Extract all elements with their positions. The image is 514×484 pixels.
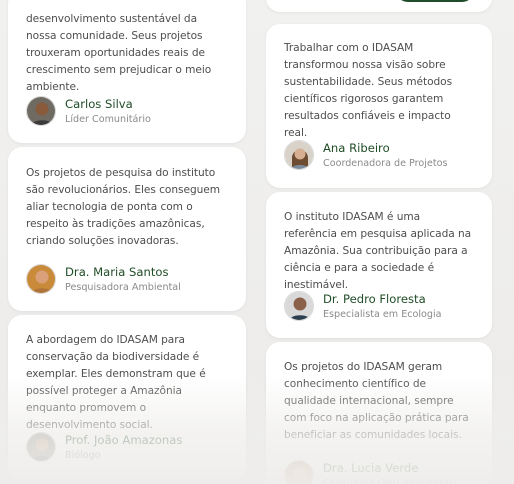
testimonial-card: Trabalhar com o IDASAM transformou nossa… xyxy=(266,24,492,188)
testimonial-quote: Trabalhar com o IDASAM transformou nossa… xyxy=(284,42,453,139)
author-name: Dra. Maria Santos xyxy=(65,265,169,279)
testimonial-card: O instituto IDASAM é uma referência em p… xyxy=(266,192,492,338)
author-role: Especialista em Ecologia xyxy=(323,309,442,320)
testimonial-card: desenvolvimento sustentável da nossa com… xyxy=(8,0,246,143)
testimonial-author: Prof. João Amazonas Biólogo xyxy=(26,432,236,464)
person-avatar-icon xyxy=(26,264,56,294)
author-name: Carlos Silva xyxy=(65,97,133,111)
testimonial-quote: Os projetos de pesquisa do instituto são… xyxy=(26,167,221,247)
testimonial-card: Os projetos de pesquisa do instituto são… xyxy=(8,147,246,311)
author-name: Dr. Pedro Floresta xyxy=(323,292,426,306)
testimonial-quote: O instituto IDASAM é uma referência em p… xyxy=(284,211,472,291)
author-role: Consultora ONU Ambiental xyxy=(323,478,452,484)
author-name: Ana Ribeiro xyxy=(323,141,390,155)
testimonial-quote: desenvolvimento sustentável da nossa com… xyxy=(26,13,212,93)
testimonial-author: Ana Ribeiro Coordenadora de Projetos xyxy=(284,140,482,172)
person-avatar-icon xyxy=(284,291,314,321)
author-name: Prof. João Amazonas xyxy=(65,433,183,447)
person-avatar-icon xyxy=(284,460,314,484)
testimonial-author: Dra. Lucia Verde Consultora ONU Ambienta… xyxy=(284,460,482,484)
author-role: Coordenadora de Projetos xyxy=(323,158,448,169)
testimonial-quote: Os projetos do IDASAM geram conhecimento… xyxy=(284,361,469,441)
person-avatar-icon xyxy=(26,432,56,462)
author-role: Pesquisadora Ambiental xyxy=(65,282,181,293)
testimonials-section: desenvolvimento sustentável da nossa com… xyxy=(0,0,514,484)
testimonial-card: A abordagem do IDASAM para conservação d… xyxy=(8,315,246,481)
cta-button[interactable] xyxy=(396,0,474,2)
author-name: Dra. Lucia Verde xyxy=(323,461,419,475)
author-role: Líder Comunitário xyxy=(65,114,151,125)
author-role: Biólogo xyxy=(65,450,101,461)
testimonial-author: Dra. Maria Santos Pesquisadora Ambiental xyxy=(26,264,236,296)
testimonial-author: Carlos Silva Líder Comunitário xyxy=(26,96,236,128)
testimonial-card: Os projetos do IDASAM geram conhecimento… xyxy=(266,342,492,484)
person-avatar-icon xyxy=(284,140,314,170)
testimonial-quote: A abordagem do IDASAM para conservação d… xyxy=(26,334,206,431)
testimonial-author: Dr. Pedro Floresta Especialista em Ecolo… xyxy=(284,291,482,323)
person-avatar-icon xyxy=(26,96,56,126)
